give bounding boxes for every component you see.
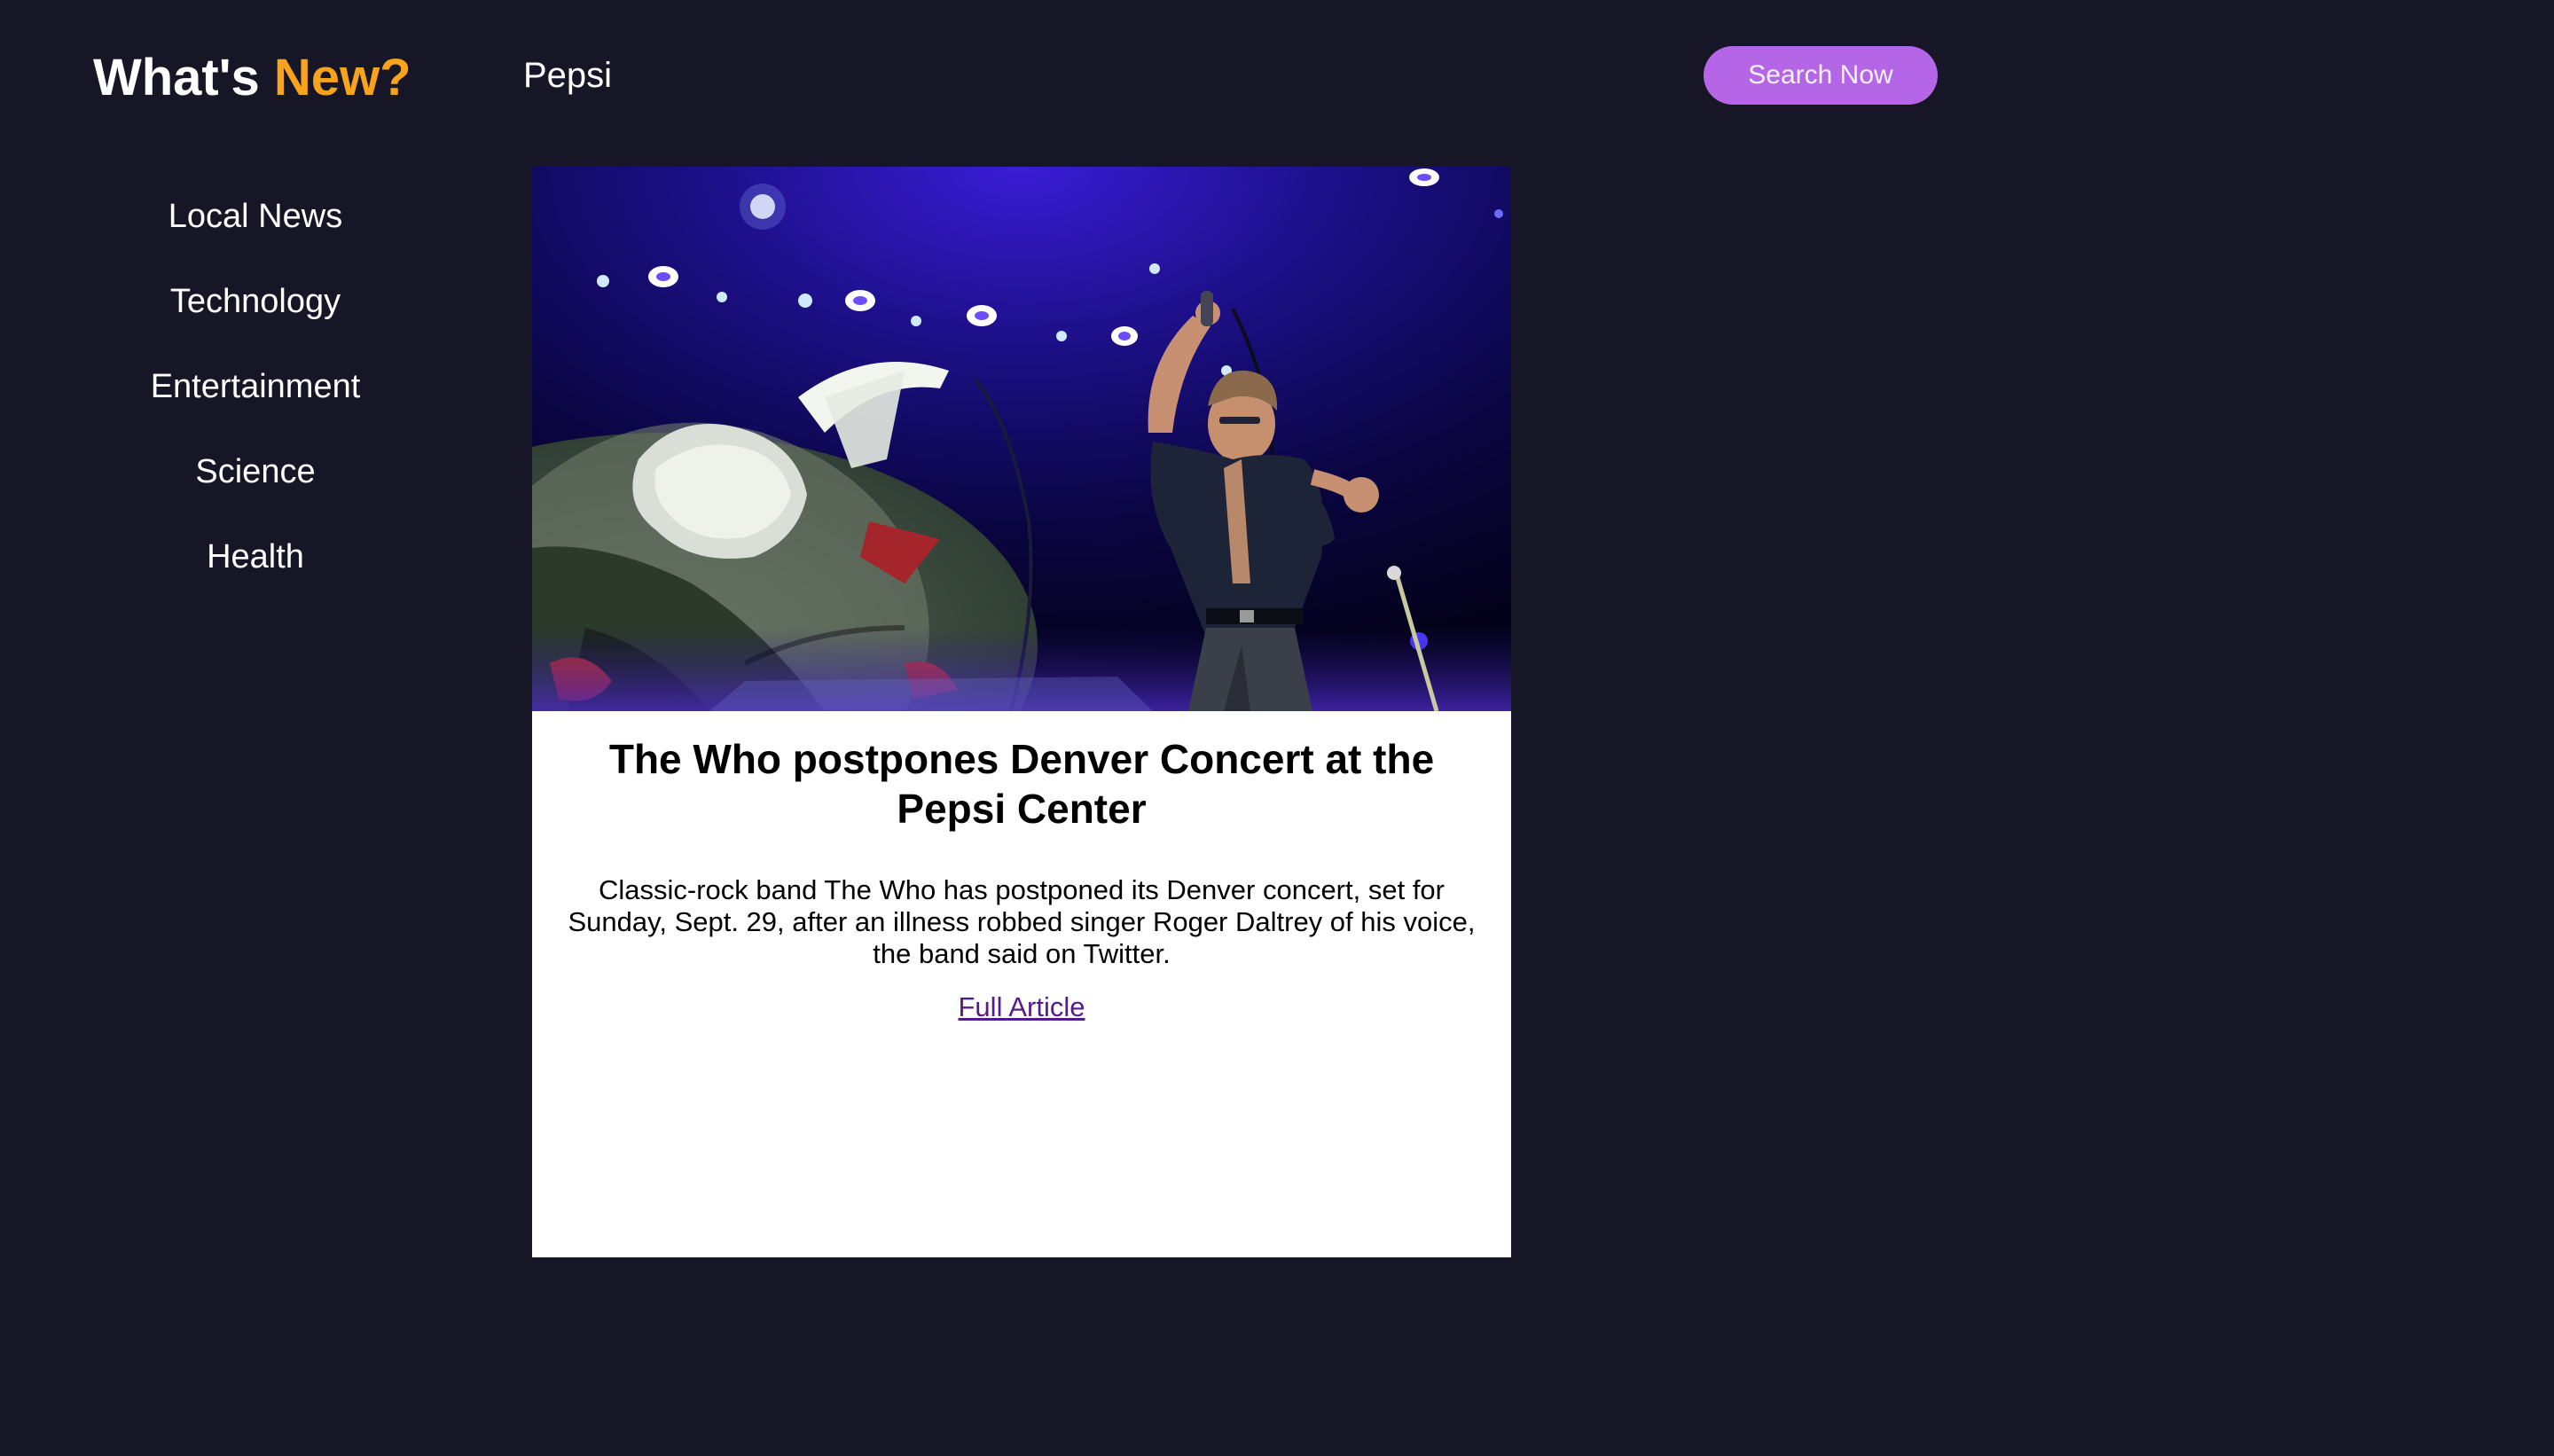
search-button[interactable]: Search Now: [1704, 46, 1938, 105]
sidebar-item-technology[interactable]: Technology: [96, 271, 415, 356]
article-card: The Who postpones Denver Concert at the …: [532, 167, 1511, 1257]
sidebar-item-local-news[interactable]: Local News: [96, 186, 415, 271]
full-article-link[interactable]: Full Article: [959, 991, 1085, 1022]
site-logo: What's New?: [93, 44, 411, 112]
logo-text-primary: What's: [93, 49, 260, 106]
category-sidebar: Local News Technology Entertainment Scie…: [96, 186, 415, 612]
article-link-wrapper: Full Article: [532, 991, 1511, 1023]
logo-text-accent: New?: [273, 49, 411, 106]
article-description: Classic-rock band The Who has postponed …: [568, 874, 1476, 969]
article-title: The Who postpones Denver Concert at the …: [608, 736, 1435, 832]
sidebar-item-science[interactable]: Science: [96, 442, 415, 527]
sidebar-item-health[interactable]: Health: [96, 527, 415, 612]
sidebar-item-entertainment[interactable]: Entertainment: [96, 356, 415, 442]
search-input[interactable]: [523, 46, 1233, 105]
article-image: [532, 167, 1511, 711]
